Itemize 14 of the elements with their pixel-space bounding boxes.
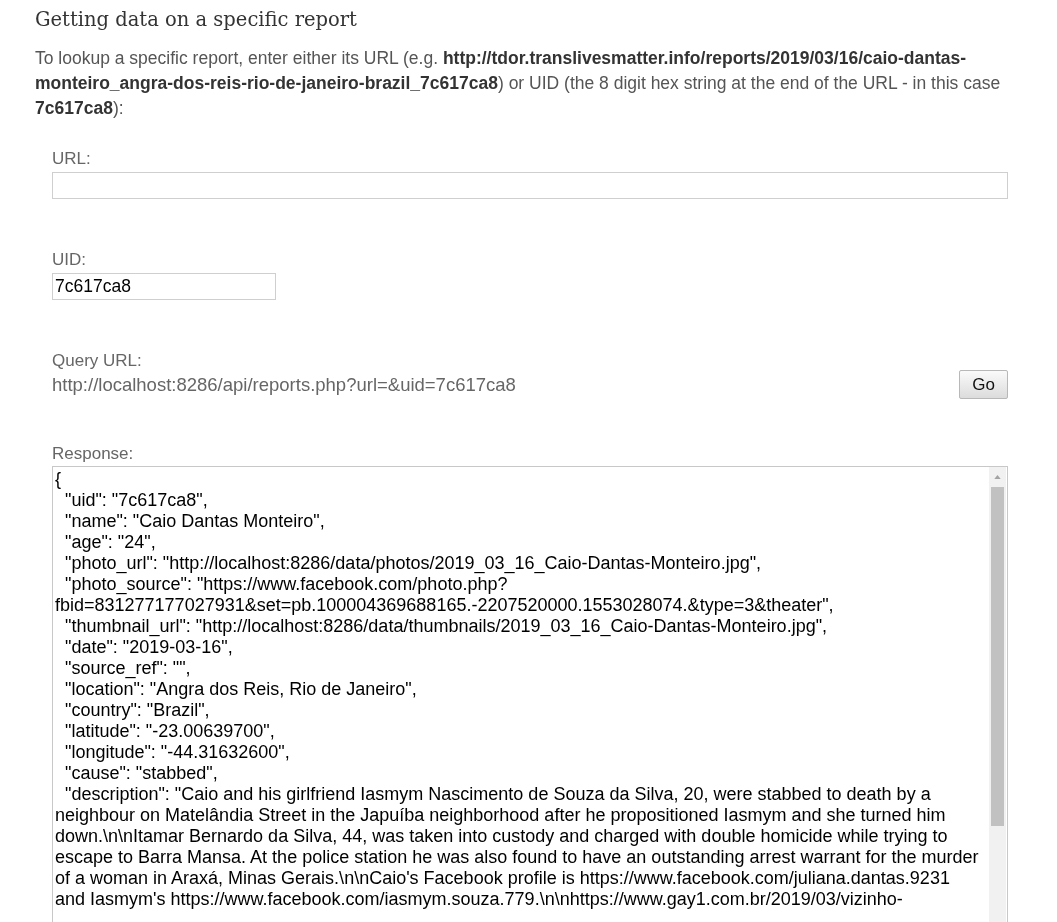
go-button[interactable]: Go [959, 370, 1008, 399]
scrollbar-thumb[interactable] [991, 487, 1004, 826]
url-input-field[interactable] [52, 172, 1008, 199]
response-field[interactable]: { "uid": "7c617ca8", "name": "Caio Dantas Monteiro", "age": "24", "photo_url": "http://localhost:8286/data/photos/2019_03_16_Caio-Dantas-Monteiro.jpg", "photo_source": "https://www.facebook.com/photo.php?fbid=831277177027931&set=pb.100004369688165.-2207520000.1553028074.&type=3&theater", "thumbnail_url": "http://localhost:8286/data/thumbnails/2019_03_16_Caio-Dantas-Monteiro.jpg", "date": "2019-03-16", "source_ref": "", "location": "Angra dos Reis, Rio de Janeiro", "country": "Brazil", "latitude": "-23.00639700", "longitude": "-44.31632600", "cause": "stabbed", "description": "Caio and his girlfriend Iasmym Nascimento de Souza da Silva, 20, were stabbed to death by a neighbour on Matelândia Street in the Japuíba neighborhood after he propositioned Iasmym and she turned him down.\n\nItamar Bernardo da Silva, 44, was taken into custody and charged with double homicide while trying to escape to Barra Mansa. At the police station he was also found to have an outstanding arrest warrant for the murder of a woman in Araxá, Minas Gerais.\n\nCaio's Facebook profile is https://www.facebook.com/juliana.dantas.9231 and Iasmym's https://www.facebook.com/iasmym.souza.779.\n\nhttps://www.gay1.com.br/2019/03/vizinho- [52, 466, 1008, 922]
scrollbar-track[interactable] [989, 467, 1006, 922]
section-heading: Getting data on a specific report [35, 7, 357, 33]
uid-label: UID: [52, 250, 86, 270]
uid-input-field[interactable]: 7c617ca8 [52, 273, 276, 300]
query-url-label: Query URL: [52, 351, 142, 371]
response-label: Response: [52, 444, 134, 464]
url-label: URL: [52, 149, 91, 169]
scroll-up-arrow-icon[interactable] [994, 475, 1001, 479]
query-url-text: http://localhost:8286/api/reports.php?url=&uid=7c617ca8 [52, 373, 516, 396]
intro-paragraph: To lookup a specific report, enter either its URL (e.g. http://tdor.translivesmatter.info/reports/2019/03/16/caio-dantas-monteiro_angra-dos-reis-rio-de-janeiro-brazil_7c617ca8) or UID (the 8 digit hex string at the end of the URL - in this case 7c617ca8): [35, 47, 1002, 120]
